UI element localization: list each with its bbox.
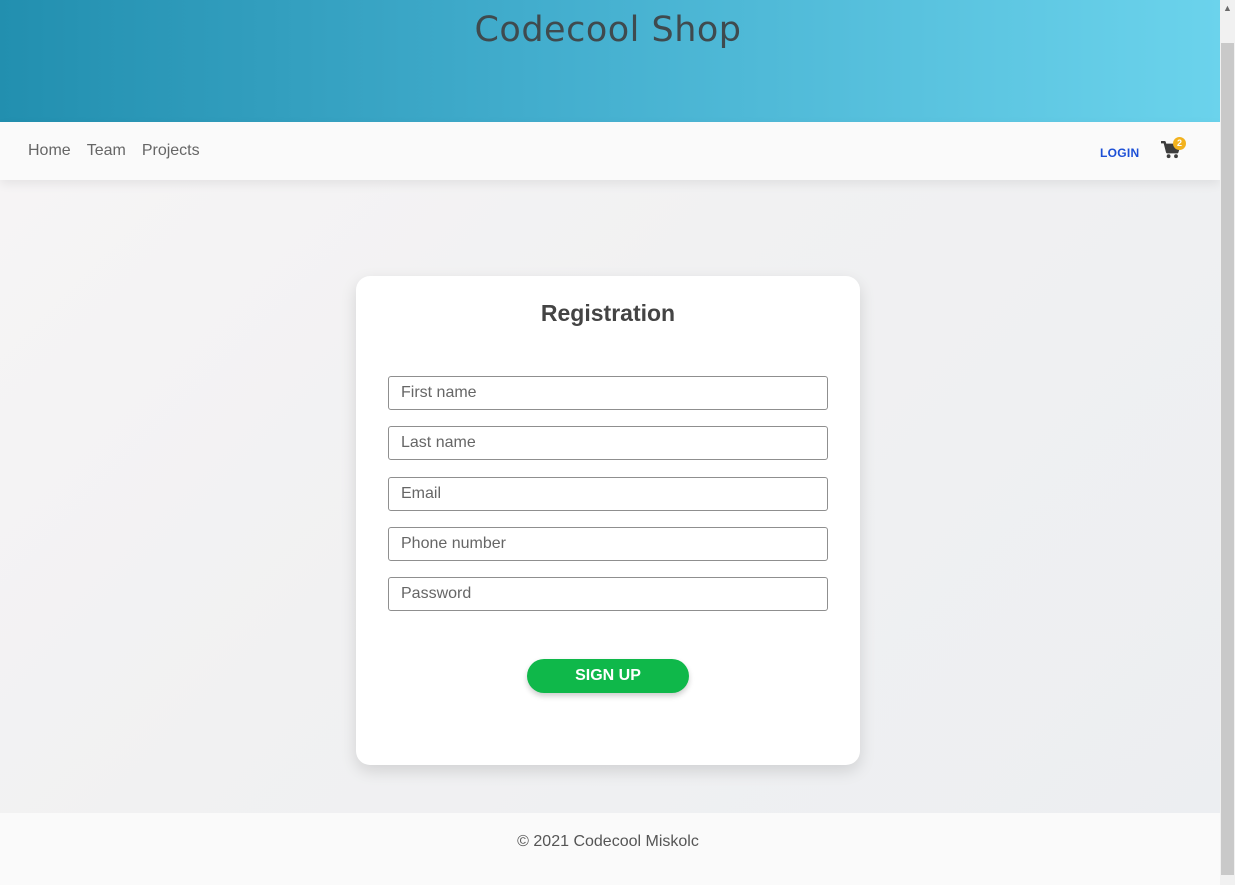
cart-count-badge: 2	[1173, 137, 1186, 150]
first-name-input[interactable]	[388, 376, 828, 410]
site-header: Codecool Shop	[0, 0, 1220, 122]
sign-up-button[interactable]: SIGN UP	[527, 659, 689, 693]
registration-card: Registration SIGN UP	[356, 276, 860, 765]
scrollbar-thumb[interactable]	[1221, 43, 1234, 875]
phone-number-input[interactable]	[388, 527, 828, 561]
last-name-input[interactable]	[388, 426, 828, 460]
nav-link-projects[interactable]: Projects	[142, 142, 200, 160]
registration-title: Registration	[540, 300, 676, 326]
nav-link-home[interactable]: Home	[28, 142, 71, 160]
nav-links: Home Team Projects	[28, 142, 200, 160]
site-title: Codecool Shop	[474, 10, 742, 50]
password-input[interactable]	[388, 577, 828, 611]
page-viewport: Codecool Shop Home Team Projects LOGIN 2…	[0, 0, 1220, 885]
email-input[interactable]	[388, 477, 828, 511]
footer-copyright: © 2021 Codecool Miskolc	[517, 833, 699, 850]
navbar: Home Team Projects LOGIN	[0, 122, 1220, 180]
vertical-scrollbar[interactable]: ▲	[1220, 0, 1235, 885]
nav-link-team[interactable]: Team	[87, 142, 126, 160]
login-link[interactable]: LOGIN	[1100, 146, 1140, 160]
chevron-up-icon[interactable]: ▲	[1220, 0, 1235, 17]
site-footer: © 2021 Codecool Miskolc	[0, 813, 1220, 885]
